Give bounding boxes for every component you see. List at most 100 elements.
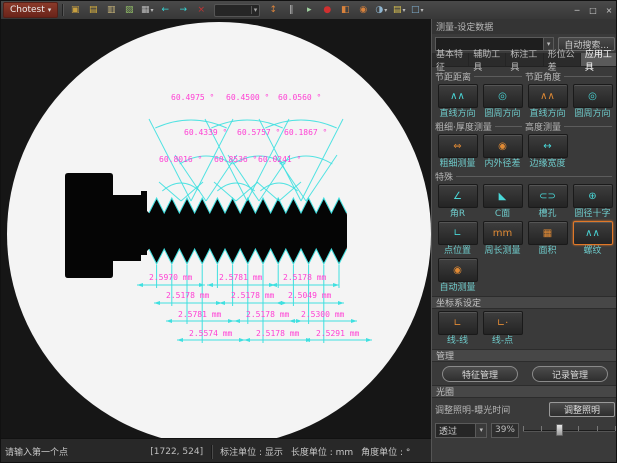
feature-manage-button[interactable]: 特征管理 xyxy=(442,366,518,382)
tool-cell: ∠角R xyxy=(435,184,480,219)
pitch-measurement-label: 2.5049 mm xyxy=(288,291,331,300)
corner-radius-button[interactable]: ∠ xyxy=(438,184,478,208)
slider-tick xyxy=(523,426,524,431)
angle-measurement-label: 60.4500 ° xyxy=(226,93,269,102)
tool-cell: ∟点位置 xyxy=(435,221,480,256)
thickness-measure-button[interactable]: ⇔ xyxy=(438,134,478,158)
perimeter-measure-button[interactable]: mm xyxy=(483,221,523,245)
point-position-button[interactable]: ∟ xyxy=(438,221,478,245)
point-position-button-label: 点位置 xyxy=(444,246,471,256)
inner-outer-diameter-difference-button[interactable]: ◉ xyxy=(483,134,523,158)
pitch-measurement-label: 2.5574 mm xyxy=(189,329,232,338)
angle-measurement-label: 60.1867 ° xyxy=(284,128,327,137)
angle-measurement-label: 60.5757 ° xyxy=(237,128,280,137)
coord-line-point-button-label: 线-点 xyxy=(492,336,513,346)
section-title: 高度测量 xyxy=(525,121,615,132)
measure-height-icon[interactable]: ↕ xyxy=(265,3,281,17)
adjust-light-button[interactable]: 调整照明 xyxy=(549,402,615,417)
chevron-down-icon[interactable]: ▾ xyxy=(421,7,424,14)
exposure-slider[interactable] xyxy=(523,422,615,438)
edit-template-icon[interactable]: ▧ xyxy=(121,3,137,17)
angle-measurement-label: 60.4975 ° xyxy=(171,93,214,102)
panel-tab[interactable]: 辅助工具 xyxy=(469,53,506,66)
coord-line-point-button[interactable]: ∟· xyxy=(483,311,523,335)
panel-tab[interactable]: 形位公差 xyxy=(544,53,581,66)
chamfer-button[interactable]: ◣ xyxy=(483,184,523,208)
window-controls: ─□× xyxy=(570,4,616,16)
chevron-down-icon[interactable]: ▾ xyxy=(403,7,406,14)
maximize-button[interactable]: □ xyxy=(586,4,600,16)
circle-cross-button-label: 圆径十字 xyxy=(574,209,610,219)
panel-tab[interactable]: 应用工具 xyxy=(581,53,617,66)
thread-button[interactable]: ∧∧ xyxy=(573,221,613,245)
section-titles: 节距距离节距角度 xyxy=(435,71,615,82)
panel-tab[interactable]: 标注工具 xyxy=(506,53,543,66)
edge-width-button[interactable]: ↔ xyxy=(528,134,568,158)
panel-tabs: 基本特征辅助工具标注工具形位公差应用工具 xyxy=(432,53,617,67)
record-manage-button[interactable]: 记录管理 xyxy=(532,366,608,382)
panel-tab[interactable]: 基本特征 xyxy=(432,53,469,66)
manage-section-header: 管理 xyxy=(432,349,617,362)
pitch-angle-circular-direction-button[interactable]: ◎ xyxy=(573,84,613,108)
tool-sections: 节距距离节距角度 ∧∧直线方向◎圆周方向∧∧直线方向◎圆周方向粗细·厚度测量高度测… xyxy=(432,67,617,463)
tool-button-grid: ∟线-线 ∟·线-点 xyxy=(435,311,615,346)
slot-hole-button[interactable]: ⊂⊃ xyxy=(528,184,568,208)
pitch-measurement-label: 2.5781 mm xyxy=(178,310,221,319)
tool-cell: ▦面积 xyxy=(525,221,570,256)
coord-line-line-button-label: 线-线 xyxy=(447,336,468,346)
chevron-down-icon[interactable]: ▾ xyxy=(151,7,154,14)
tool-button-grid: ∧∧直线方向◎圆周方向∧∧直线方向◎圆周方向 xyxy=(435,84,615,119)
save-report-icon[interactable]: ▥ xyxy=(103,3,119,17)
measurement-canvas[interactable]: 60.4975 °60.4500 °60.0560 °60.4339 °60.5… xyxy=(1,19,431,438)
angle-measurement-label: 60.4339 ° xyxy=(184,128,227,137)
section-title-text: 节距距离 xyxy=(435,70,471,83)
pitch-angle-linear-direction-button[interactable]: ∧∧ xyxy=(528,84,568,108)
tool-cell: ◣C面 xyxy=(480,184,525,219)
save-as-icon[interactable]: ▦▾ xyxy=(139,3,155,17)
play-icon[interactable]: ▸ xyxy=(301,3,317,17)
area-button[interactable]: ▦ xyxy=(528,221,568,245)
chevron-down-icon[interactable]: ▾ xyxy=(384,7,387,14)
area-button-label: 面积 xyxy=(538,246,556,256)
tool-cell: ∧∧螺纹 xyxy=(570,221,615,256)
light-mode-combo[interactable]: 透过▾ xyxy=(435,423,487,438)
pitch-measurement-label: 2.5178 mm xyxy=(231,291,274,300)
light-section-header: 光圈 xyxy=(432,385,617,398)
thumbnail-icon[interactable]: ◧ xyxy=(337,3,353,17)
pitch-distance-circular-direction-button[interactable]: ◎ xyxy=(483,84,523,108)
close-button[interactable]: × xyxy=(602,4,616,16)
pitch-distance-linear-direction-button[interactable]: ∧∧ xyxy=(438,84,478,108)
chevron-down-icon[interactable]: ▾ xyxy=(251,6,260,14)
main-area: 60.4975 °60.4500 °60.0560 °60.4339 °60.5… xyxy=(1,19,617,463)
auto-measure-button[interactable]: ◉ xyxy=(438,258,478,282)
redo-icon[interactable]: → xyxy=(175,3,191,17)
barcode-icon[interactable]: ‖ xyxy=(283,3,299,17)
slider-tick xyxy=(578,426,579,431)
compass-icon[interactable]: ◑▾ xyxy=(373,3,389,17)
layers-icon[interactable]: ▤▾ xyxy=(391,3,407,17)
minimize-button[interactable]: ─ xyxy=(570,4,584,16)
camera-capture-icon[interactable]: ▣ xyxy=(67,3,83,17)
pitch-measurement-label: 2.5300 mm xyxy=(301,310,344,319)
chevron-down-icon: ▾ xyxy=(48,6,52,14)
record-icon[interactable]: ● xyxy=(319,3,335,17)
circle-cross-button[interactable]: ⊕ xyxy=(573,184,613,208)
tool-cell: ◎圆周方向 xyxy=(570,84,615,119)
thread-button-label: 螺纹 xyxy=(583,246,601,256)
toolbar-separator xyxy=(62,4,63,16)
open-folder-icon[interactable]: ▤ xyxy=(85,3,101,17)
slider-tick xyxy=(541,426,542,431)
program-select-combo[interactable]: ▾ xyxy=(214,4,260,17)
perimeter-measure-button-label: 周长测量 xyxy=(484,246,520,256)
undo-icon[interactable]: ← xyxy=(157,3,173,17)
tool-cell: ⊕圆径十字 xyxy=(570,184,615,219)
display-icon[interactable]: □▾ xyxy=(409,3,425,17)
section-titles: 粗细·厚度测量高度测量 xyxy=(435,121,615,132)
slider-thumb[interactable] xyxy=(556,424,563,436)
delete-icon[interactable]: × xyxy=(193,3,209,17)
chevron-down-icon[interactable]: ▾ xyxy=(475,424,486,437)
target-icon[interactable]: ◉ xyxy=(355,3,371,17)
annotation-unit: 标注单位 : 显示 xyxy=(220,445,283,458)
app-menu-button[interactable]: Chotest ▾ xyxy=(3,2,58,18)
coord-line-line-button[interactable]: ∟ xyxy=(438,311,478,335)
